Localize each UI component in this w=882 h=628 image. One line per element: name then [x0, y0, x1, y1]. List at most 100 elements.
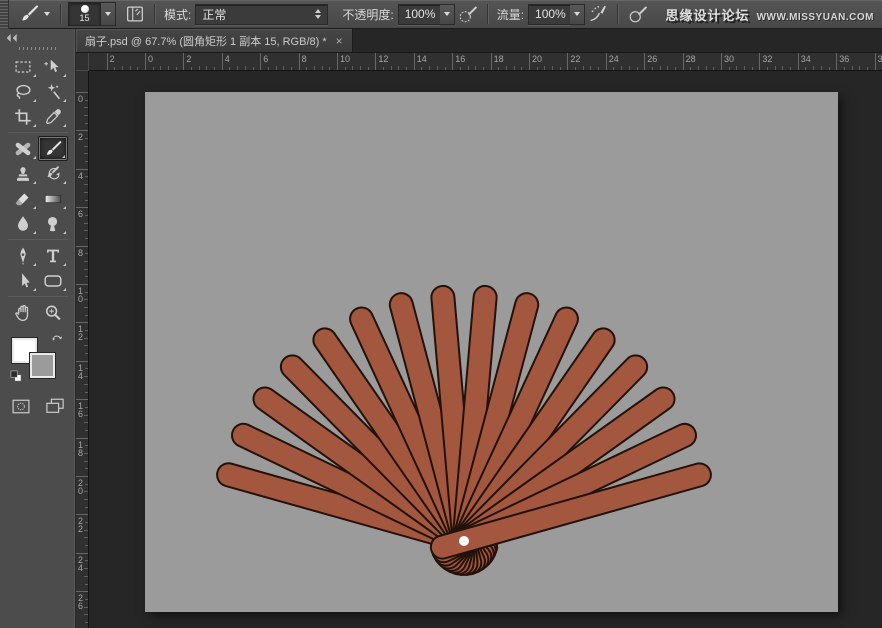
ruler-tick: [85, 176, 88, 177]
blur-tool[interactable]: [8, 211, 38, 236]
tools-panel-header: [0, 29, 75, 46]
brush-panel-icon: [124, 3, 146, 25]
ruler-tick: [875, 53, 876, 70]
ruler-label: 30: [724, 54, 734, 64]
ruler-label: 2: [186, 54, 191, 64]
ruler-tick: [744, 66, 745, 70]
ruler-tick: [76, 207, 88, 208]
flow-value[interactable]: 100%: [528, 4, 570, 25]
clone-stamp-tool[interactable]: [8, 161, 38, 186]
watermark-site-url: WWW.MISSYUAN.COM: [757, 12, 874, 23]
brush-tool[interactable]: [38, 136, 68, 161]
crop-tool[interactable]: [8, 104, 38, 129]
swap-colors-icon[interactable]: [51, 331, 65, 344]
ruler-corner[interactable]: [76, 53, 89, 71]
magic-wand-tool[interactable]: [38, 79, 68, 104]
screen-mode-button[interactable]: [43, 397, 67, 415]
panel-grip[interactable]: [19, 47, 57, 50]
ruler-tick: [475, 66, 476, 70]
quick-mask-button[interactable]: [9, 397, 33, 415]
ruler-tick: [85, 392, 88, 393]
brush-preset-dropdown-button[interactable]: [101, 2, 116, 26]
flow-dropdown-button[interactable]: [570, 4, 585, 25]
toggle-brush-panel-button[interactable]: [122, 3, 148, 26]
ruler-label: 0: [78, 95, 85, 103]
type-tool[interactable]: [38, 243, 68, 268]
ruler-tick: [775, 66, 776, 70]
ruler-label: 18: [78, 441, 85, 457]
tool-preset-picker[interactable]: [13, 0, 54, 28]
ruler-tick: [329, 67, 330, 70]
path-selection-tool[interactable]: [8, 268, 38, 293]
ruler-tick: [76, 476, 88, 477]
brush-icon: [42, 138, 64, 160]
ruler-tick: [76, 322, 88, 323]
ruler-label: 8: [302, 54, 307, 64]
ruler-tick: [85, 353, 88, 354]
lasso-icon: [12, 81, 34, 103]
vertical-ruler[interactable]: 02468101214161820222426: [76, 71, 89, 628]
document-tab-bar: 扇子.psd @ 67.7% (圆角矩形 1 副本 15, RGB/8) * ×: [76, 29, 882, 53]
tool-grid: [0, 54, 75, 325]
path-selection-icon: [12, 270, 34, 292]
ruler-tick: [498, 67, 499, 70]
move-tool[interactable]: [38, 54, 68, 79]
ruler-tick: [229, 67, 230, 70]
document-tab[interactable]: 扇子.psd @ 67.7% (圆角矩形 1 副本 15, RGB/8) * ×: [76, 29, 353, 52]
airbrush-button[interactable]: [585, 3, 611, 26]
healing-brush-tool[interactable]: [8, 136, 38, 161]
ruler-tick: [759, 53, 760, 70]
opacity-value[interactable]: 100%: [398, 4, 440, 25]
ruler-label: 20: [78, 479, 85, 495]
eyedropper-tool[interactable]: [38, 104, 68, 129]
ruler-tick: [245, 66, 246, 70]
horizontal-ruler[interactable]: 202468101214161820222426283032343638: [89, 53, 882, 71]
ruler-tick: [729, 67, 730, 70]
rectangular-marquee-tool[interactable]: [8, 54, 38, 79]
separator: [60, 4, 62, 24]
ruler-label: 26: [647, 54, 657, 64]
ruler-tick: [222, 53, 223, 70]
ruler-tick: [406, 67, 407, 70]
default-colors-icon[interactable]: [9, 369, 23, 383]
ruler-label: 2: [110, 54, 115, 64]
ruler-tick: [398, 66, 399, 70]
ruler-tick: [253, 67, 254, 70]
ruler-tick: [85, 599, 88, 600]
tool-separator: [8, 296, 68, 297]
ruler-tick: [829, 67, 830, 70]
ruler-tick: [84, 491, 88, 492]
pressure-size-button[interactable]: [625, 3, 651, 26]
pressure-opacity-button[interactable]: [455, 3, 481, 26]
ruler-tick: [859, 66, 860, 70]
options-bar-grip[interactable]: [0, 0, 9, 29]
tool-row: [8, 211, 68, 236]
ruler-tick: [85, 315, 88, 316]
zoom-tool[interactable]: [38, 300, 68, 325]
brush-preset-picker[interactable]: 15: [68, 2, 116, 26]
ruler-tick: [468, 66, 469, 70]
document-canvas[interactable]: [145, 92, 838, 612]
ruler-tick: [84, 261, 88, 262]
ruler-tick: [84, 614, 88, 615]
eraser-tool[interactable]: [8, 186, 38, 211]
ruler-tick: [506, 66, 507, 70]
ruler-tick: [713, 67, 714, 70]
gradient-tool[interactable]: [38, 186, 68, 211]
separator: [487, 4, 489, 24]
opacity-control[interactable]: 100%: [398, 4, 455, 25]
rounded-rectangle-tool[interactable]: [38, 268, 68, 293]
flow-control[interactable]: 100%: [528, 4, 585, 25]
opacity-dropdown-button[interactable]: [440, 4, 455, 25]
history-brush-tool[interactable]: [38, 161, 68, 186]
ruler-tick: [560, 67, 561, 70]
background-color-swatch[interactable]: [30, 353, 55, 378]
dodge-tool[interactable]: [38, 211, 68, 236]
lasso-tool[interactable]: [8, 79, 38, 104]
eyedropper-icon: [42, 106, 64, 128]
hand-tool[interactable]: [8, 300, 38, 325]
collapse-panel-icon[interactable]: [4, 32, 20, 44]
pen-tool[interactable]: [8, 243, 38, 268]
tab-close-icon[interactable]: ×: [336, 35, 343, 47]
blend-mode-select[interactable]: 正常: [195, 4, 328, 25]
